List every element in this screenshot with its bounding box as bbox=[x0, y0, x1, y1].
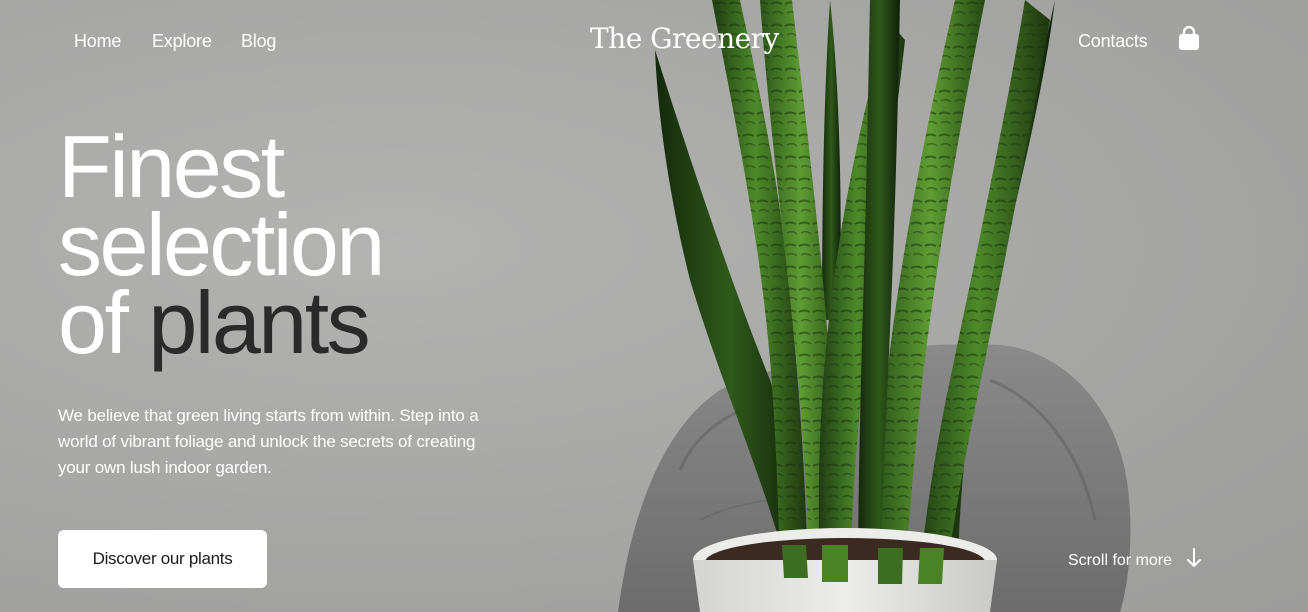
nav-contacts-link[interactable]: Contacts bbox=[1078, 31, 1148, 52]
hero-section: Home Explore Blog The Greenery Contacts … bbox=[0, 0, 1308, 612]
nav-blog-link[interactable]: Blog bbox=[241, 31, 276, 52]
nav-explore-link[interactable]: Explore bbox=[152, 31, 212, 52]
shopping-bag-icon[interactable] bbox=[1178, 25, 1200, 52]
hero-headline: Finest selection of plants bbox=[58, 123, 385, 367]
headline-line-3-dark: plants bbox=[148, 273, 370, 372]
headline-line-3-light: of bbox=[58, 273, 149, 372]
discover-plants-button[interactable]: Discover our plants bbox=[58, 530, 267, 588]
hero-description: We believe that green living starts from… bbox=[58, 406, 479, 477]
brand-logo[interactable]: The Greenery bbox=[590, 22, 779, 55]
nav-home-link[interactable]: Home bbox=[74, 31, 121, 52]
scroll-label: Scroll for more bbox=[1068, 551, 1173, 569]
arrow-down-icon bbox=[1186, 548, 1202, 573]
scroll-for-more-link[interactable]: Scroll for more bbox=[1068, 548, 1202, 573]
